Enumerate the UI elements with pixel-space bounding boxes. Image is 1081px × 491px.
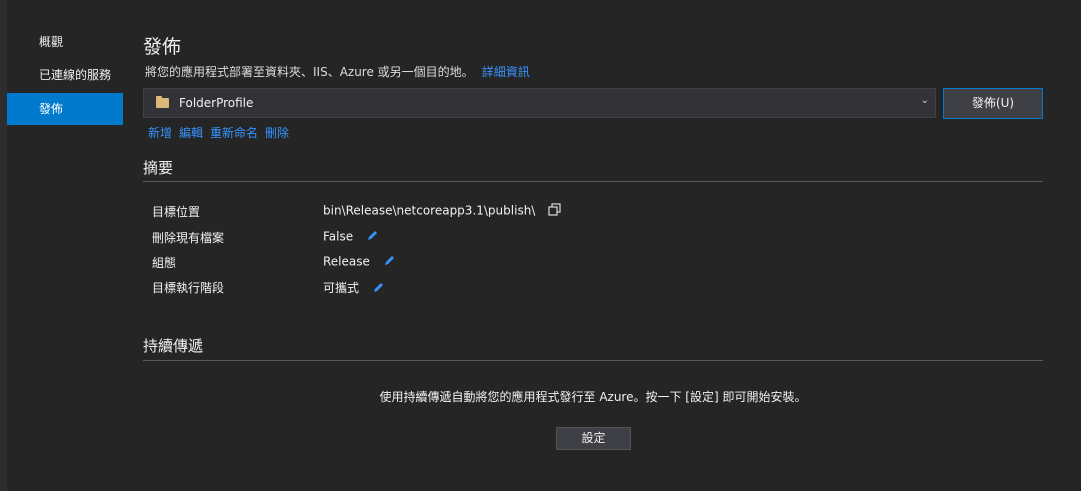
continuous-delivery-title: 持續傳遞	[143, 337, 204, 355]
summary-title: 摘要	[143, 159, 174, 177]
sidebar-item-connected-services[interactable]: 已連線的服務	[7, 59, 123, 91]
delete-existing-files-value: False	[323, 229, 379, 245]
pencil-icon[interactable]	[383, 254, 396, 270]
target-runtime-text: 可攜式	[323, 281, 360, 295]
copy-icon-glyph	[548, 203, 561, 216]
profile-actions: 新增 編輯 重新命名 刪除	[148, 124, 296, 141]
sidebar-item-label: 發佈	[39, 102, 64, 116]
copy-icon[interactable]	[548, 203, 561, 219]
target-runtime-label: 目標執行階段	[152, 281, 225, 295]
folder-icon	[156, 96, 169, 108]
subtitle-text: 將您的應用程式部署至資料夾、IIS、Azure 或另一個目的地。	[145, 65, 474, 79]
chevron-down-icon: ⌄	[920, 95, 929, 106]
settings-button[interactable]: 設定	[556, 427, 631, 450]
delete-existing-files-text: False	[323, 229, 354, 244]
sidebar: 概觀 已連線的服務 發佈	[7, 0, 123, 491]
sidebar-item-label: 概觀	[39, 35, 64, 49]
new-profile-link[interactable]: 新增	[148, 126, 172, 140]
configuration-label: 組態	[152, 256, 177, 270]
pencil-icon[interactable]	[366, 229, 379, 245]
sidebar-item-publish[interactable]: 發佈	[7, 93, 123, 125]
target-location-label: 目標位置	[152, 205, 201, 219]
left-edge-strip	[0, 0, 7, 491]
page-subtitle: 將您的應用程式部署至資料夾、IIS、Azure 或另一個目的地。 詳細資訊	[145, 63, 530, 80]
configuration-value: Release	[323, 254, 396, 270]
target-location-text: bin\Release\netcoreapp3.1\publish\	[323, 203, 536, 218]
rename-profile-link[interactable]: 重新命名	[210, 126, 258, 140]
edit-profile-link[interactable]: 編輯	[179, 126, 203, 140]
pencil-icon-glyph	[373, 282, 383, 292]
page-title: 發佈	[143, 36, 182, 58]
publish-button[interactable]: 發佈(U)	[943, 88, 1043, 119]
main-content: 發佈 將您的應用程式部署至資料夾、IIS、Azure 或另一個目的地。 詳細資訊 …	[143, 0, 1043, 491]
delete-profile-link[interactable]: 刪除	[265, 126, 289, 140]
delete-existing-files-label: 刪除現有檔案	[152, 231, 225, 245]
pencil-icon[interactable]	[372, 281, 385, 297]
target-location-value: bin\Release\netcoreapp3.1\publish\	[323, 203, 561, 219]
continuous-delivery-divider	[143, 360, 1043, 361]
profile-name: FolderProfile	[179, 96, 254, 110]
pencil-icon-glyph	[384, 256, 394, 265]
sidebar-item-overview[interactable]: 概觀	[7, 26, 123, 58]
summary-divider	[143, 181, 1043, 182]
pencil-icon-glyph	[367, 231, 377, 240]
configuration-text: Release	[323, 254, 370, 269]
sidebar-item-label: 已連線的服務	[39, 68, 112, 82]
target-runtime-value: 可攜式	[323, 279, 385, 297]
continuous-delivery-description: 使用持續傳遞自動將您的應用程式發行至 Azure。按一下 [設定] 即可開始安裝…	[379, 390, 807, 404]
profile-dropdown[interactable]: FolderProfile ⌄	[143, 88, 936, 118]
details-link[interactable]: 詳細資訊	[482, 65, 530, 79]
